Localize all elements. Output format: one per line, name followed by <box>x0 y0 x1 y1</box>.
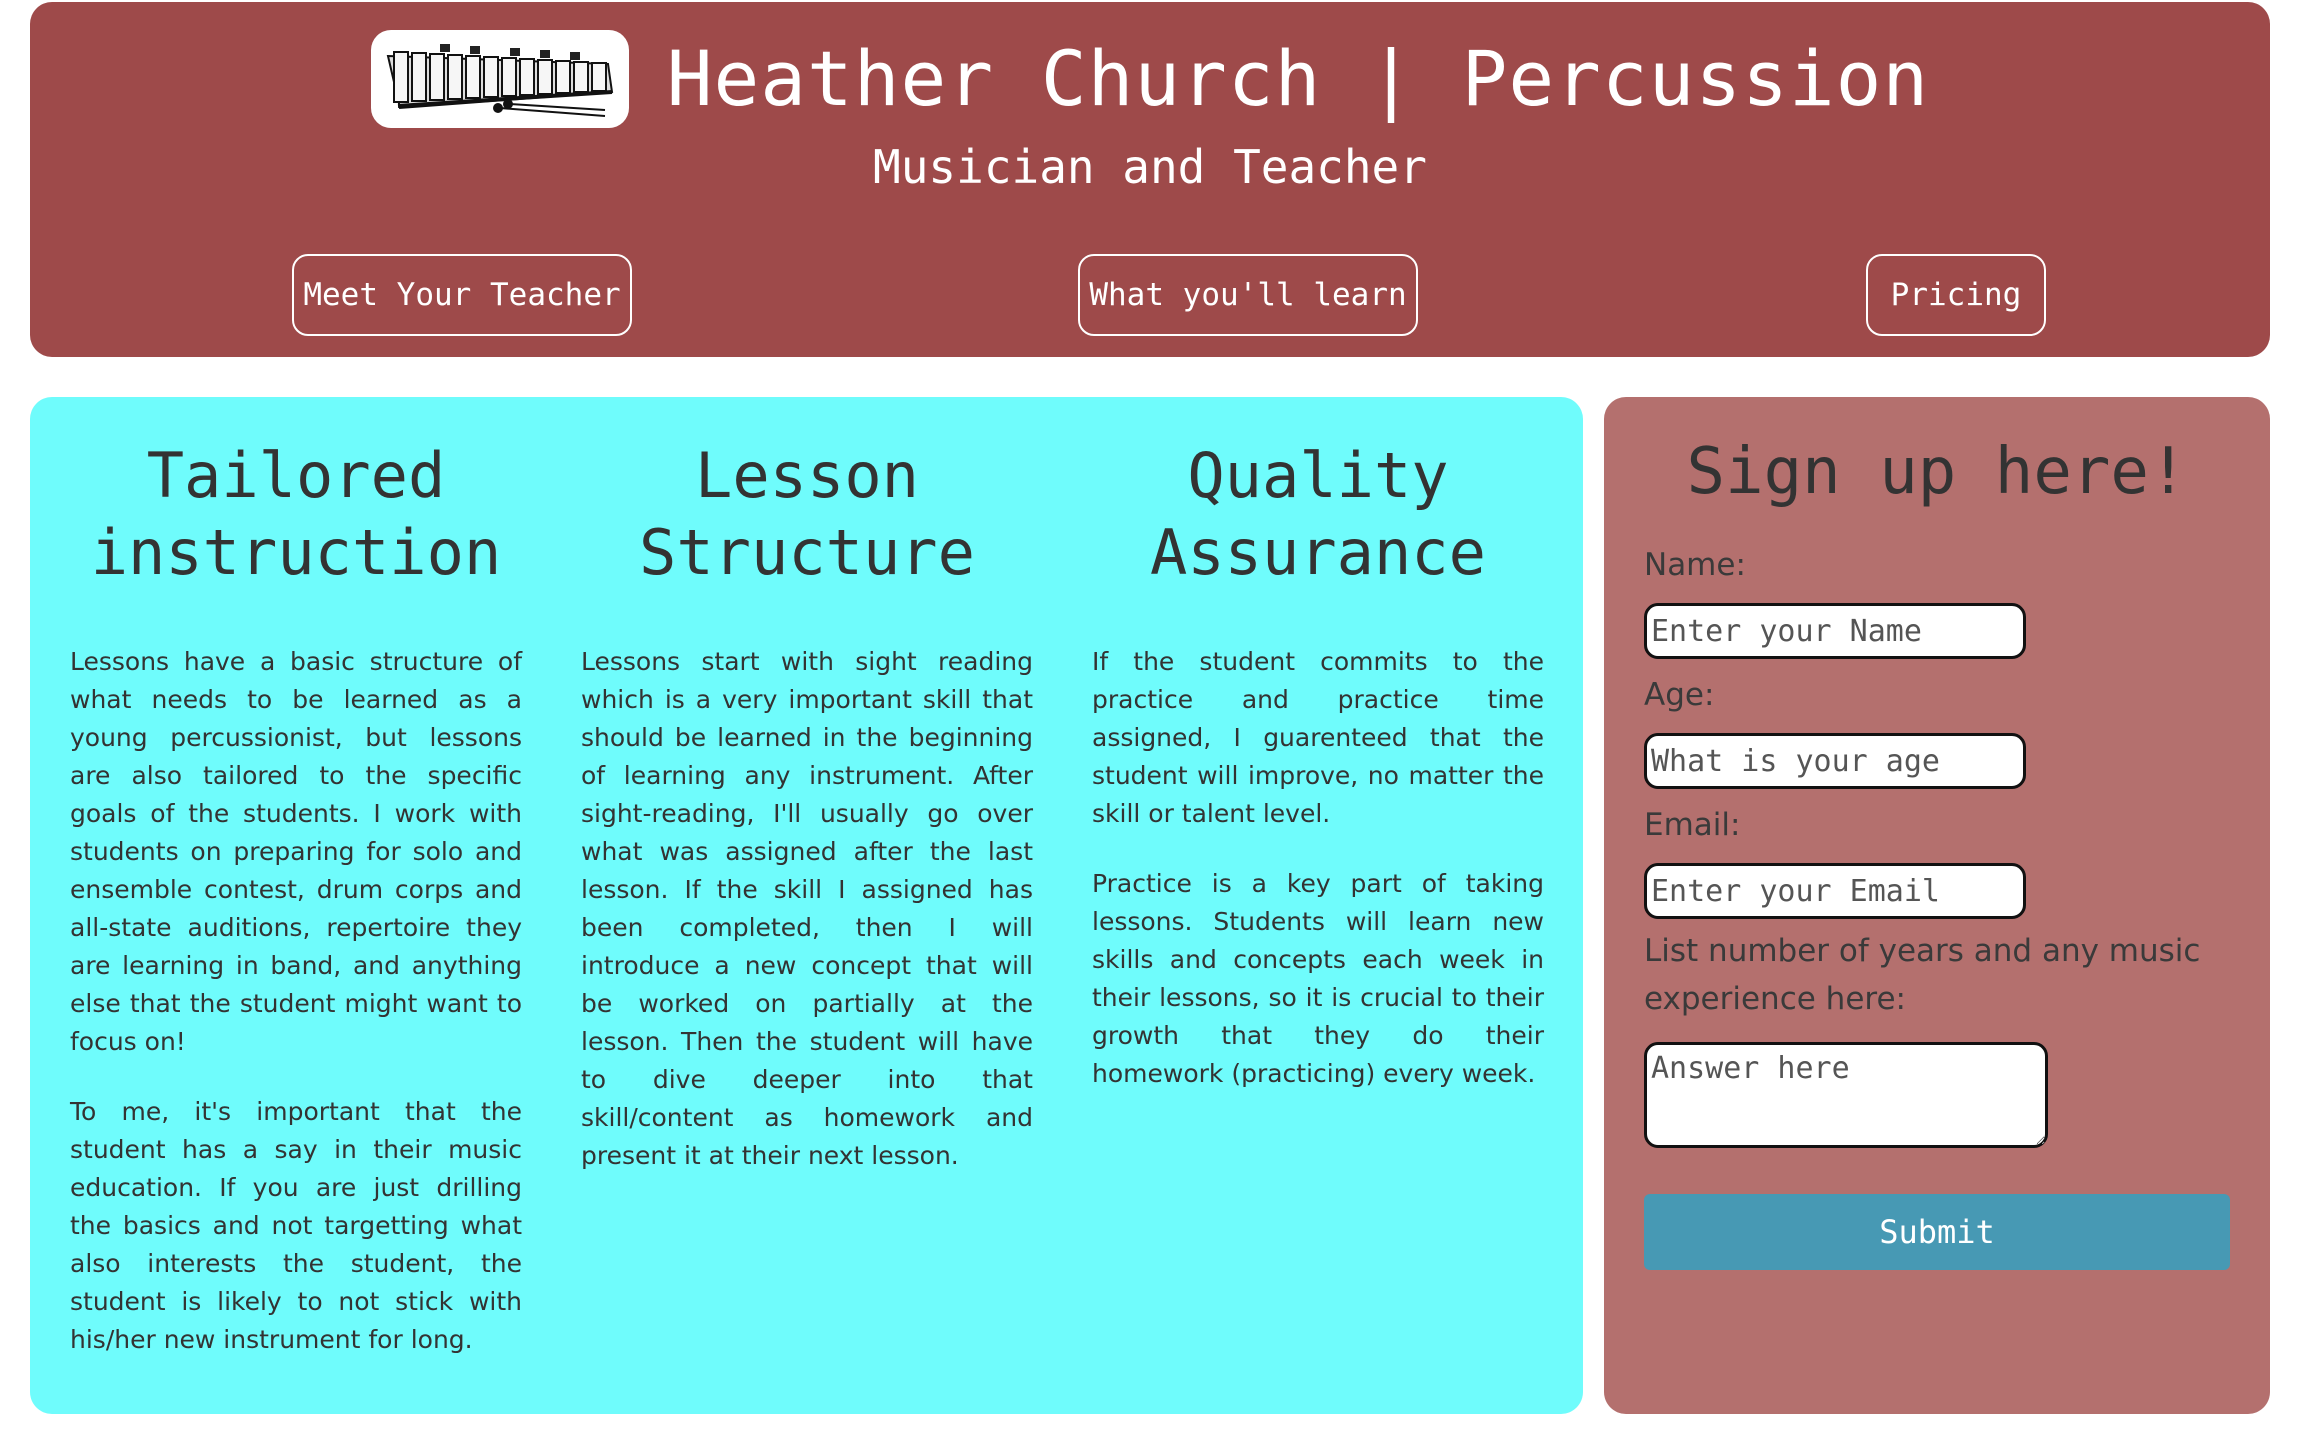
column-heading: Lesson Structure <box>639 439 975 589</box>
name-label: Name: <box>1644 547 1746 583</box>
column-heading: Quality Assurance <box>1150 439 1486 589</box>
column-quality-assurance: Quality Assurance If the student commits… <box>1092 437 1544 1125</box>
age-label: Age: <box>1644 677 1715 713</box>
age-input[interactable] <box>1644 733 2026 789</box>
column-paragraph: To me, it's important that the student h… <box>70 1097 522 1354</box>
email-input[interactable] <box>1644 863 2026 919</box>
column-paragraph: Practice is a key part of taking lessons… <box>1092 869 1544 1088</box>
column-paragraph: Lessons have a basic structure of what n… <box>70 647 522 1056</box>
nav-meet-teacher-button[interactable]: Meet Your Teacher <box>292 254 632 336</box>
email-label: Email: <box>1644 807 1741 843</box>
site-header: Heather Church | Percussion Musician and… <box>30 2 2270 357</box>
name-input[interactable] <box>1644 603 2026 659</box>
form-title: Sign up here! <box>1686 435 2188 509</box>
column-paragraph: If the student commits to the practice a… <box>1092 647 1544 828</box>
nav-what-you-learn-button[interactable]: What you'll learn <box>1078 254 1418 336</box>
xylophone-icon <box>370 29 629 128</box>
column-heading: Tailored instruction <box>90 439 502 589</box>
experience-label: List number of years and any music exper… <box>1644 933 2201 1017</box>
nav-pricing-button[interactable]: Pricing <box>1866 254 2046 336</box>
title-row: Heather Church | Percussion <box>30 26 2270 131</box>
experience-textarea[interactable] <box>1644 1042 2048 1148</box>
signup-form: Sign up here! Name: Age: Email: List num… <box>1604 397 2270 1414</box>
column-lesson-structure: Lesson Structure Lessons start with sigh… <box>581 437 1033 1207</box>
submit-button[interactable]: Submit <box>1644 1194 2230 1270</box>
site-title: Heather Church | Percussion <box>666 34 1930 123</box>
info-panel: Tailored instruction Lessons have a basi… <box>30 397 1583 1414</box>
site-subtitle: Musician and Teacher <box>873 140 1427 194</box>
column-tailored-instruction: Tailored instruction Lessons have a basi… <box>70 437 522 1391</box>
column-paragraph: Lessons start with sight reading which i… <box>581 647 1033 1170</box>
